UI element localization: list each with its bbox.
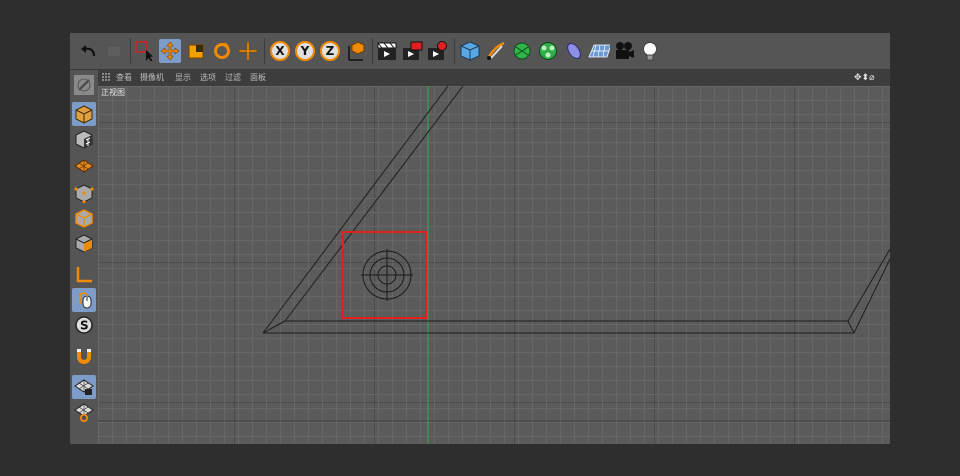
null-object-icon [361, 249, 413, 301]
subdivision-icon[interactable] [511, 39, 533, 63]
render-view-icon[interactable] [376, 39, 398, 63]
y-axis-lock-button[interactable]: Y [294, 39, 316, 63]
polygons-mode-icon[interactable] [72, 231, 96, 255]
undo-icon[interactable] [77, 39, 99, 63]
redo-icon[interactable] [103, 39, 125, 63]
deformer-icon[interactable] [563, 39, 585, 63]
points-mode-icon[interactable] [72, 181, 96, 205]
left-palette: S [70, 70, 98, 444]
front-viewport[interactable]: 正视图 [98, 86, 890, 444]
last-tool-icon[interactable] [237, 39, 259, 63]
move-icon[interactable] [159, 39, 181, 63]
texture-mode-icon[interactable] [72, 127, 96, 151]
cube-icon[interactable] [459, 39, 481, 63]
pen-icon[interactable] [485, 39, 507, 63]
rotate-icon[interactable] [211, 39, 233, 63]
x-axis-lock-button[interactable]: X [269, 39, 291, 63]
z-axis-lock-button[interactable]: Z [319, 39, 341, 63]
lock-workplane-icon[interactable] [72, 375, 96, 399]
render-picture-viewer-icon[interactable] [401, 39, 423, 63]
viewport-grip-icon[interactable] [102, 73, 111, 82]
make-editable-icon[interactable] [72, 73, 96, 97]
y-axis-label: Y [295, 41, 315, 61]
tweak-mode-icon[interactable] [72, 288, 96, 312]
workplane-icon[interactable] [72, 152, 96, 176]
solo-icon[interactable]: S [72, 313, 96, 337]
x-axis-label: X [270, 41, 290, 61]
menu-options[interactable]: 选项 [200, 72, 216, 84]
cloner-icon[interactable] [537, 39, 559, 63]
menu-panel[interactable]: 面板 [250, 72, 266, 84]
scale-icon[interactable] [185, 39, 207, 63]
menu-display[interactable]: 显示 [175, 72, 191, 84]
cinema4d-window: X Y Z S 查看 摄像机 显示 选项 过滤 面板 ✥⬍⌀ 正视图 [70, 33, 890, 444]
menu-filter[interactable]: 过滤 [225, 72, 241, 84]
quantize-icon[interactable] [72, 400, 96, 424]
wireframe-object [262, 86, 890, 334]
axis-mode-icon[interactable] [72, 263, 96, 287]
coordinate-system-icon[interactable] [345, 39, 367, 63]
main-toolbar: X Y Z [70, 33, 890, 70]
svg-text:S: S [80, 319, 89, 333]
live-select-icon[interactable] [133, 39, 155, 63]
z-axis-label: Z [320, 41, 340, 61]
menu-view[interactable]: 查看 [116, 72, 132, 84]
light-icon[interactable] [639, 39, 661, 63]
viewport-menu-bar: 查看 摄像机 显示 选项 过滤 面板 ✥⬍⌀ [98, 70, 890, 86]
camera-icon[interactable] [613, 39, 635, 63]
viewport-navigation-icons[interactable]: ✥⬍⌀ [854, 72, 875, 84]
floor-icon[interactable] [588, 39, 610, 63]
viewport-scene [98, 86, 890, 444]
snap-icon[interactable] [72, 344, 96, 368]
model-mode-icon[interactable] [72, 102, 96, 126]
menu-cameras[interactable]: 摄像机 [140, 72, 164, 84]
edges-mode-icon[interactable] [72, 206, 96, 230]
render-settings-icon[interactable] [426, 39, 448, 63]
